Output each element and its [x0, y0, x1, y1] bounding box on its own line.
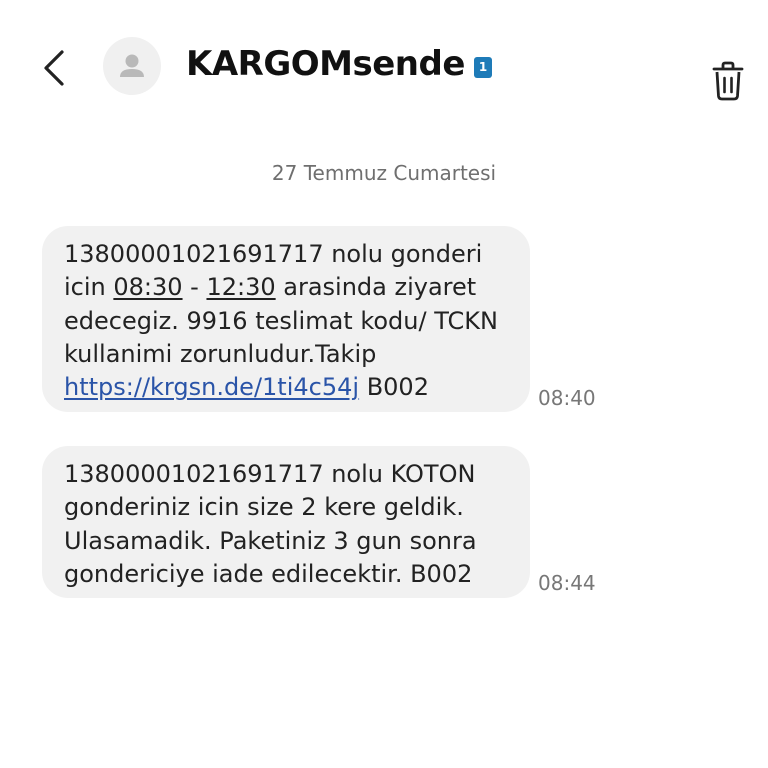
time-range-start[interactable]: 08:30: [113, 273, 182, 301]
message-time: 08:44: [538, 571, 596, 595]
message-text: B002: [359, 373, 429, 402]
contact-name: KARGOMsende: [186, 44, 465, 84]
back-button[interactable]: [36, 44, 76, 92]
contact-avatar[interactable]: [103, 37, 161, 95]
message-text: -: [182, 273, 207, 302]
message-bubble[interactable]: 13800001021691717 nolu gonderi icin 08:3…: [42, 226, 530, 412]
sim-badge: 1: [474, 57, 492, 78]
chevron-left-icon: [44, 50, 64, 86]
conversation-header: KARGOMsende 1: [0, 0, 768, 140]
message-time: 08:40: [538, 386, 596, 410]
message-text: 13800001021691717 nolu KOTON gonderiniz …: [64, 460, 477, 588]
date-separator: 27 Temmuz Cumartesi: [271, 161, 497, 185]
person-icon: [120, 54, 144, 77]
trash-icon: [712, 61, 744, 101]
delete-button[interactable]: [708, 60, 748, 104]
tracking-link[interactable]: https://krgsn.de/1ti4c54j: [64, 373, 359, 401]
time-range-end[interactable]: 12:30: [206, 273, 275, 301]
message-bubble[interactable]: 13800001021691717 nolu KOTON gonderiniz …: [42, 446, 530, 598]
